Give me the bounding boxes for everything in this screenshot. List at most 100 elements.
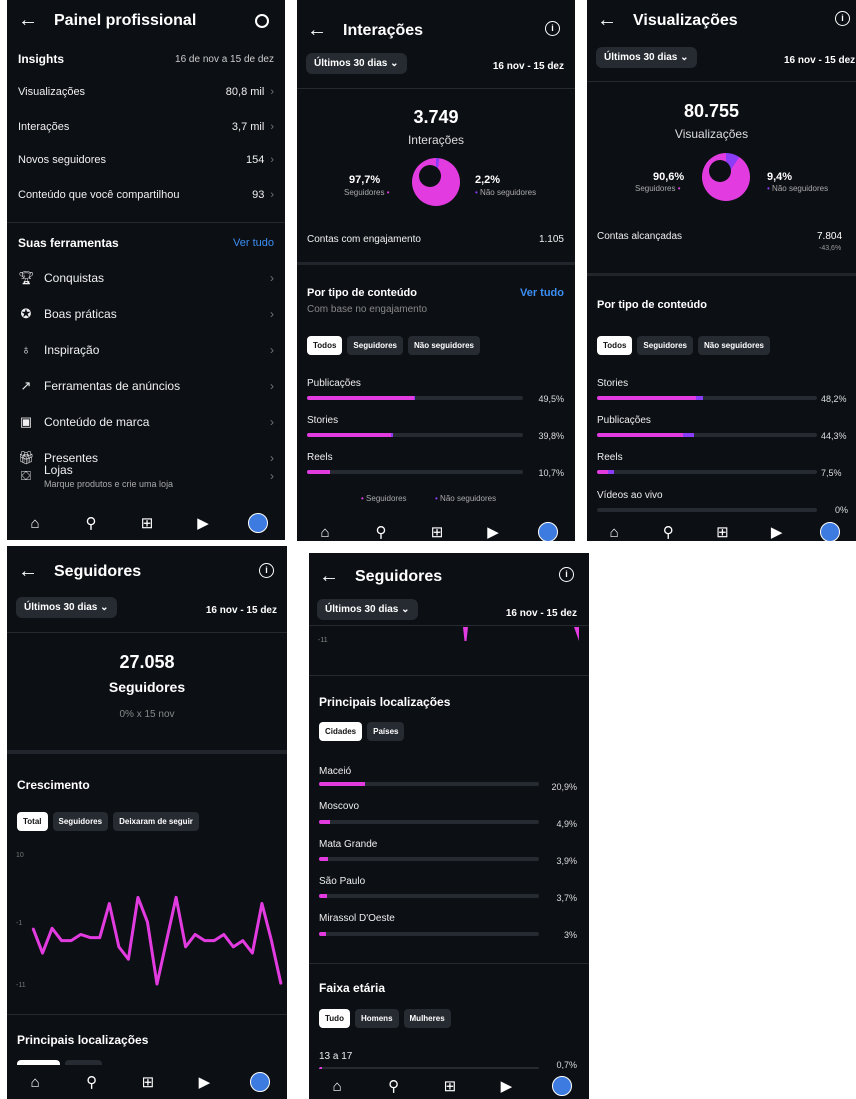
info-icon[interactable]: i [559, 567, 574, 582]
create-icon[interactable]: ⊞ [136, 514, 158, 532]
create-icon[interactable]: ⊞ [426, 523, 448, 541]
growth-point [194, 933, 196, 936]
city-fill [319, 820, 330, 824]
chip-all[interactable]: Tudo [319, 1009, 350, 1028]
chip-followers[interactable]: Seguidores [52, 812, 109, 831]
city-bar [319, 782, 539, 786]
reels-icon[interactable]: ▶ [192, 514, 214, 532]
page-title: Visualizações [633, 11, 738, 29]
nonfollowers-fill [608, 470, 614, 474]
home-icon[interactable]: ⌂ [326, 1078, 348, 1095]
profile-avatar[interactable] [819, 522, 840, 541]
create-icon[interactable]: ⊞ [137, 1073, 159, 1091]
divider [297, 262, 575, 265]
tool-branded-content[interactable]: ▣ Conteúdo de marca › [18, 414, 274, 430]
search-icon[interactable]: ⚲ [383, 1077, 405, 1095]
reels-icon[interactable]: ▶ [482, 523, 504, 541]
date-range-dropdown[interactable]: Últimos 30 dias ⌄ [596, 47, 697, 68]
legend-nonfollowers: • Não seguidores [435, 494, 497, 503]
city-bar [319, 857, 539, 861]
city-value: 4,9% [556, 819, 577, 829]
back-arrow-icon[interactable]: ← [597, 9, 617, 32]
growth-point [41, 952, 44, 954]
tools-header: Suas ferramentas Ver tudo [18, 236, 274, 250]
date-range-dropdown[interactable]: Últimos 30 dias ⌄ [306, 53, 407, 74]
date-range-dropdown[interactable]: Últimos 30 dias ⌄ [16, 597, 117, 618]
profile-avatar[interactable] [248, 513, 268, 533]
home-icon[interactable]: ⌂ [314, 524, 336, 541]
growth-series-line [31, 895, 283, 986]
chip-cities[interactable]: Cidades [319, 722, 363, 741]
content-bar [307, 470, 523, 474]
tool-ad-tools[interactable]: ↗ Ferramentas de anúncios › [18, 378, 274, 394]
page-title: Painel profissional [54, 11, 197, 29]
back-arrow-icon[interactable]: ← [18, 560, 38, 583]
followers-fill [307, 396, 414, 400]
profile-avatar[interactable] [249, 1072, 270, 1092]
chip-followers[interactable]: Seguidores [347, 336, 403, 355]
growth-point [280, 983, 282, 985]
back-arrow-icon[interactable]: ← [307, 19, 327, 42]
followers-panel: ← Seguidores i Últimos 30 dias ⌄ 16 nov … [7, 546, 287, 1099]
divider [7, 632, 287, 633]
stat-row-views[interactable]: Visualizações 80,8 mil › [18, 86, 274, 98]
settings-gear-icon[interactable] [255, 14, 269, 28]
info-icon[interactable]: i [835, 11, 850, 26]
divider [7, 1014, 287, 1015]
chevron-down-icon: ⌄ [390, 58, 399, 69]
profile-avatar[interactable] [551, 1076, 572, 1096]
reels-icon[interactable]: ▶ [193, 1073, 215, 1091]
content-bar [597, 470, 817, 474]
info-icon[interactable]: i [545, 21, 560, 36]
followers-fill [307, 470, 331, 474]
create-icon[interactable]: ⊞ [711, 523, 733, 541]
chip-countries[interactable]: Países [367, 722, 405, 741]
search-icon[interactable]: ⚲ [80, 514, 102, 532]
dropdown-label: Últimos 30 dias [604, 52, 678, 63]
see-all-tools-link[interactable]: Ver tudo [233, 237, 274, 249]
chip-all[interactable]: Todos [307, 336, 343, 355]
chevron-down-icon: ⌄ [100, 602, 109, 613]
insights-header: Insights 16 de nov a 15 de dez [18, 52, 274, 66]
stat-row-interactions[interactable]: Interações 3,7 mil › [18, 121, 274, 133]
chip-women[interactable]: Mulheres [403, 1009, 451, 1028]
locations-title: Principais localizações [319, 695, 451, 709]
growth-point [32, 927, 34, 930]
profile-avatar[interactable] [538, 522, 558, 541]
city-label: Mirassol D'Oeste [319, 913, 395, 924]
see-all-link[interactable]: Ver tudo [520, 287, 564, 299]
chip-nonfollowers[interactable]: Não seguidores [407, 336, 480, 355]
home-icon[interactable]: ⌂ [603, 524, 625, 541]
search-icon[interactable]: ⚲ [657, 523, 679, 541]
chip-all[interactable]: Todos [597, 336, 633, 355]
tool-label: Boas práticas [44, 307, 117, 321]
create-icon[interactable]: ⊞ [439, 1077, 461, 1095]
stat-row-new-followers[interactable]: Novos seguidores 154 › [18, 154, 274, 166]
info-icon[interactable]: i [259, 563, 274, 578]
home-icon[interactable]: ⌂ [24, 1074, 46, 1091]
tool-achievements[interactable]: 🏆︎ Conquistas › [18, 270, 274, 286]
search-icon[interactable]: ⚲ [370, 523, 392, 541]
chip-total[interactable]: Total [17, 812, 48, 831]
followers-legend: Seguidores • [635, 184, 681, 193]
nonfollowers-fill [391, 433, 394, 437]
tool-shops[interactable]: ⛋ Lojas Marque produtos e crie uma loja … [18, 458, 274, 494]
city-value: 3,9% [556, 856, 577, 866]
tool-inspiration[interactable]: ♁ Inspiração › [18, 342, 274, 357]
search-icon[interactable]: ⚲ [81, 1073, 103, 1091]
reels-icon[interactable]: ▶ [495, 1077, 517, 1095]
reels-icon[interactable]: ▶ [766, 523, 788, 541]
chip-followers[interactable]: Seguidores [637, 336, 693, 355]
back-arrow-icon[interactable]: ← [319, 565, 339, 588]
content-bar [597, 396, 817, 400]
chip-nonfollowers[interactable]: Não seguidores [697, 336, 770, 355]
tool-best-practices[interactable]: ✪ Boas práticas › [18, 306, 274, 322]
home-icon[interactable]: ⌂ [24, 515, 46, 532]
date-range-dropdown[interactable]: Últimos 30 dias ⌄ [317, 599, 418, 620]
growth-point [156, 983, 158, 985]
stat-row-shared-content[interactable]: Conteúdo que você compartilhou 93 › [18, 189, 274, 201]
back-arrow-icon[interactable]: ← [18, 9, 38, 32]
chip-men[interactable]: Homens [354, 1009, 399, 1028]
chip-unfollowed[interactable]: Deixaram de seguir [113, 812, 199, 831]
growth-point [232, 946, 235, 948]
